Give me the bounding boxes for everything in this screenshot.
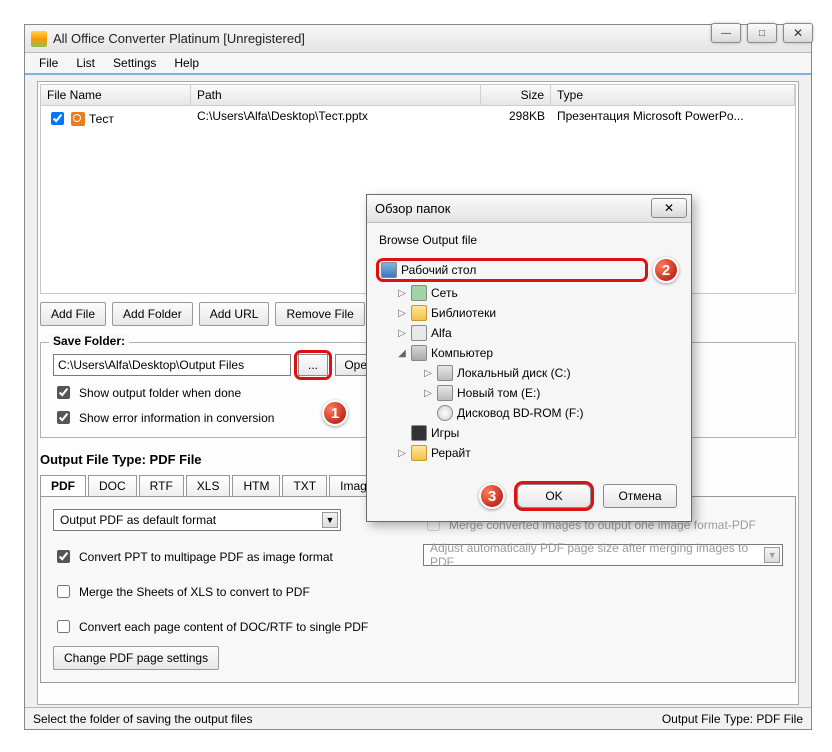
tree-item-libraries[interactable]: ▷ Библиотеки bbox=[379, 303, 679, 323]
expand-icon[interactable]: ▷ bbox=[397, 328, 407, 339]
opt-docrtf-single[interactable]: Convert each page content of DOC/RTF to … bbox=[53, 617, 399, 636]
col-filename[interactable]: File Name bbox=[41, 85, 191, 105]
tree-item-rewrite[interactable]: ▷ Рерайт bbox=[379, 443, 679, 463]
tree-item-drive-e[interactable]: ▷ Новый том (E:) bbox=[379, 383, 679, 403]
drive-icon bbox=[437, 385, 453, 401]
tab-pdf[interactable]: PDF bbox=[40, 475, 86, 496]
menu-settings[interactable]: Settings bbox=[105, 54, 164, 72]
menu-file[interactable]: File bbox=[31, 54, 66, 72]
browse-folder-dialog[interactable]: Обзор папок ✕ Browse Output file Рабочий… bbox=[366, 194, 692, 522]
browse-button[interactable]: ... bbox=[298, 354, 328, 376]
col-type[interactable]: Type bbox=[551, 85, 795, 105]
callout-badge-2: 2 bbox=[653, 257, 679, 283]
folder-tree[interactable]: Рабочий стол 2 ▷ Сеть ▷ Библиотеки ▷ Alf… bbox=[379, 257, 679, 463]
col-size[interactable]: Size bbox=[481, 85, 551, 105]
tab-htm[interactable]: HTM bbox=[232, 475, 280, 496]
menu-help[interactable]: Help bbox=[166, 54, 207, 72]
dialog-subtitle: Browse Output file bbox=[379, 233, 679, 247]
tree-item-drive-c[interactable]: ▷ Локальный диск (C:) bbox=[379, 363, 679, 383]
cell-filename: Тест bbox=[89, 112, 114, 126]
menubar: File List Settings Help bbox=[25, 53, 811, 75]
expand-icon[interactable]: ▷ bbox=[397, 308, 407, 319]
cell-type: Презентация Microsoft PowerPo... bbox=[551, 106, 795, 131]
tree-item-network[interactable]: ▷ Сеть bbox=[379, 283, 679, 303]
row-checkbox[interactable] bbox=[51, 112, 64, 125]
cell-size: 298KB bbox=[481, 106, 551, 131]
dialog-close-button[interactable]: ✕ bbox=[651, 198, 687, 218]
maximize-button[interactable]: □ bbox=[747, 23, 777, 43]
expand-icon[interactable]: ▷ bbox=[423, 388, 433, 399]
desktop-icon bbox=[381, 262, 397, 278]
window-title: All Office Converter Platinum [Unregiste… bbox=[53, 31, 805, 46]
save-folder-input[interactable] bbox=[53, 354, 291, 376]
folder-icon bbox=[411, 445, 427, 461]
dialog-ok-button[interactable]: OK bbox=[517, 484, 591, 508]
tab-xls[interactable]: XLS bbox=[186, 475, 231, 496]
minimize-button[interactable]: — bbox=[711, 23, 741, 43]
tree-item-desktop[interactable]: Рабочий стол bbox=[379, 261, 645, 279]
change-pdf-settings-button[interactable]: Change PDF page settings bbox=[53, 646, 219, 670]
tab-txt[interactable]: TXT bbox=[282, 475, 327, 496]
tab-rtf[interactable]: RTF bbox=[139, 475, 184, 496]
file-list-header: File Name Path Size Type bbox=[41, 85, 795, 106]
highlight-1: ... bbox=[297, 353, 329, 377]
add-folder-button[interactable]: Add Folder bbox=[112, 302, 193, 326]
chevron-down-icon[interactable]: ▼ bbox=[322, 512, 338, 528]
user-folder-icon bbox=[411, 325, 427, 341]
add-url-button[interactable]: Add URL bbox=[199, 302, 270, 326]
expand-icon[interactable]: ▷ bbox=[397, 288, 407, 299]
pptx-icon bbox=[71, 112, 85, 126]
window-controls: — □ ✕ bbox=[711, 23, 813, 43]
drive-icon bbox=[437, 365, 453, 381]
computer-icon bbox=[411, 345, 427, 361]
dialog-title: Обзор папок bbox=[375, 201, 450, 216]
statusbar: Select the folder of saving the output f… bbox=[25, 707, 811, 729]
callout-badge-3: 3 bbox=[479, 483, 505, 509]
remove-file-button[interactable]: Remove File bbox=[275, 302, 364, 326]
col-path[interactable]: Path bbox=[191, 85, 481, 105]
tree-item-computer[interactable]: ◢ Компьютер bbox=[379, 343, 679, 363]
libraries-icon bbox=[411, 305, 427, 321]
tree-item-user[interactable]: ▷ Alfa bbox=[379, 323, 679, 343]
pdf-options-panel: Output PDF as default format ▼ Convert P… bbox=[40, 496, 796, 683]
dialog-titlebar[interactable]: Обзор папок ✕ bbox=[367, 195, 691, 223]
expand-icon[interactable]: ▷ bbox=[397, 448, 407, 459]
status-right: Output File Type: PDF File bbox=[662, 712, 803, 726]
close-button[interactable]: ✕ bbox=[783, 23, 813, 43]
pdf-format-combo[interactable]: Output PDF as default format ▼ bbox=[53, 509, 341, 531]
dialog-cancel-button[interactable]: Отмена bbox=[603, 484, 677, 508]
menu-list[interactable]: List bbox=[68, 54, 103, 72]
save-folder-legend: Save Folder: bbox=[49, 334, 129, 348]
titlebar[interactable]: All Office Converter Platinum [Unregiste… bbox=[25, 25, 811, 53]
app-icon bbox=[31, 31, 47, 47]
collapse-icon[interactable]: ◢ bbox=[397, 348, 407, 359]
tree-item-drive-bd[interactable]: Дисковод BD-ROM (F:) bbox=[379, 403, 679, 423]
opt-convert-ppt[interactable]: Convert PPT to multipage PDF as image fo… bbox=[53, 547, 399, 566]
optical-drive-icon bbox=[437, 405, 453, 421]
tab-doc[interactable]: DOC bbox=[88, 475, 137, 496]
tree-item-games[interactable]: Игры bbox=[379, 423, 679, 443]
table-row[interactable]: Тест C:\Users\Alfa\Desktop\Тест.pptx 298… bbox=[41, 106, 795, 131]
cell-path: C:\Users\Alfa\Desktop\Тест.pptx bbox=[191, 106, 481, 131]
games-icon bbox=[411, 425, 427, 441]
add-file-button[interactable]: Add File bbox=[40, 302, 106, 326]
chevron-down-icon: ▼ bbox=[764, 547, 780, 563]
adjust-page-size-combo: Adjust automatically PDF page size after… bbox=[423, 544, 783, 566]
opt-merge-xls[interactable]: Merge the Sheets of XLS to convert to PD… bbox=[53, 582, 399, 601]
expand-icon[interactable]: ▷ bbox=[423, 368, 433, 379]
callout-badge-1: 1 bbox=[322, 400, 348, 426]
status-left: Select the folder of saving the output f… bbox=[33, 712, 252, 726]
network-icon bbox=[411, 285, 427, 301]
